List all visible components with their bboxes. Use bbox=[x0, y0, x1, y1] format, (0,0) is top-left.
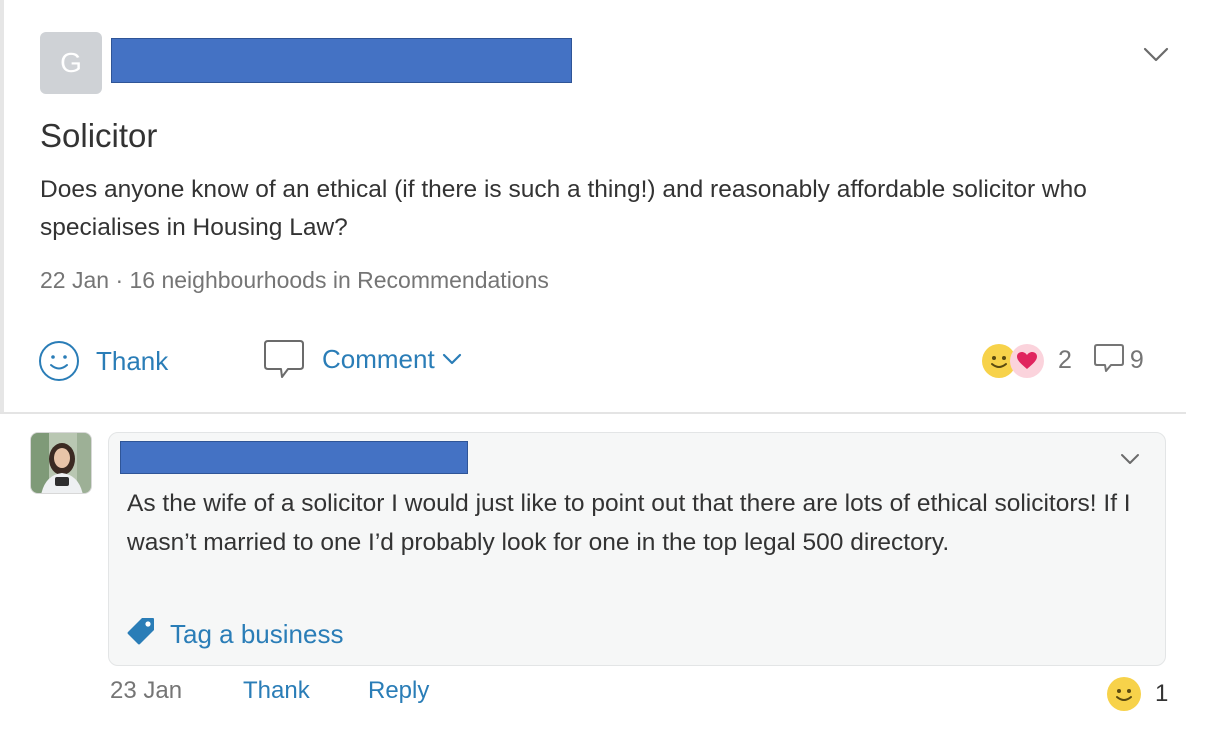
comment-count-indicator[interactable]: 9 bbox=[1092, 342, 1144, 379]
commenter-avatar[interactable] bbox=[30, 432, 92, 494]
comment-count: 9 bbox=[1129, 346, 1144, 374]
post-left-rule bbox=[0, 0, 4, 412]
speech-bubble-icon bbox=[262, 338, 306, 380]
redacted-commenter-name bbox=[120, 441, 468, 474]
tag-icon bbox=[126, 616, 156, 653]
avatar-initial: G bbox=[60, 47, 82, 78]
comment-reaction-count: 1 bbox=[1155, 680, 1169, 707]
comment-label: Comment bbox=[322, 343, 435, 374]
post-author-avatar[interactable]: G bbox=[40, 32, 102, 94]
post-body: Does anyone know of an ethical (if there… bbox=[40, 176, 1087, 241]
smiley-icon bbox=[38, 340, 80, 382]
reaction-count: 2 bbox=[1058, 346, 1072, 374]
comment-reactions[interactable]: 1 bbox=[1107, 677, 1168, 711]
comment-menu-chevron-down-icon[interactable] bbox=[1118, 450, 1142, 468]
redacted-author-name bbox=[111, 38, 572, 83]
post-menu-chevron-down-icon[interactable] bbox=[1142, 44, 1170, 64]
tag-a-business-link[interactable]: Tag a business bbox=[126, 616, 343, 653]
post-comment-divider bbox=[0, 412, 1186, 414]
thank-label: Thank bbox=[96, 345, 169, 376]
post-title: Solicitor bbox=[40, 117, 158, 154]
comment-button[interactable]: Comment bbox=[262, 338, 463, 380]
heart-icon bbox=[1010, 343, 1044, 378]
comment-reply-button[interactable]: Reply bbox=[368, 677, 429, 705]
tag-a-business-label: Tag a business bbox=[170, 619, 344, 649]
comment-thank-button[interactable]: Thank bbox=[243, 677, 310, 705]
thank-button[interactable]: Thank bbox=[38, 340, 168, 382]
post-meta[interactable]: 22 Jan · 16 neighbourhoods in Recommenda… bbox=[40, 267, 549, 294]
smiley-reaction-icon bbox=[1107, 677, 1141, 711]
comment-text: As the wife of a solicitor I would just … bbox=[127, 490, 1131, 556]
comment-date[interactable]: 23 Jan bbox=[110, 677, 182, 705]
speech-bubble-icon bbox=[1092, 342, 1126, 379]
post-reactions[interactable]: 2 9 bbox=[982, 342, 1144, 379]
chevron-down-icon bbox=[441, 352, 463, 366]
